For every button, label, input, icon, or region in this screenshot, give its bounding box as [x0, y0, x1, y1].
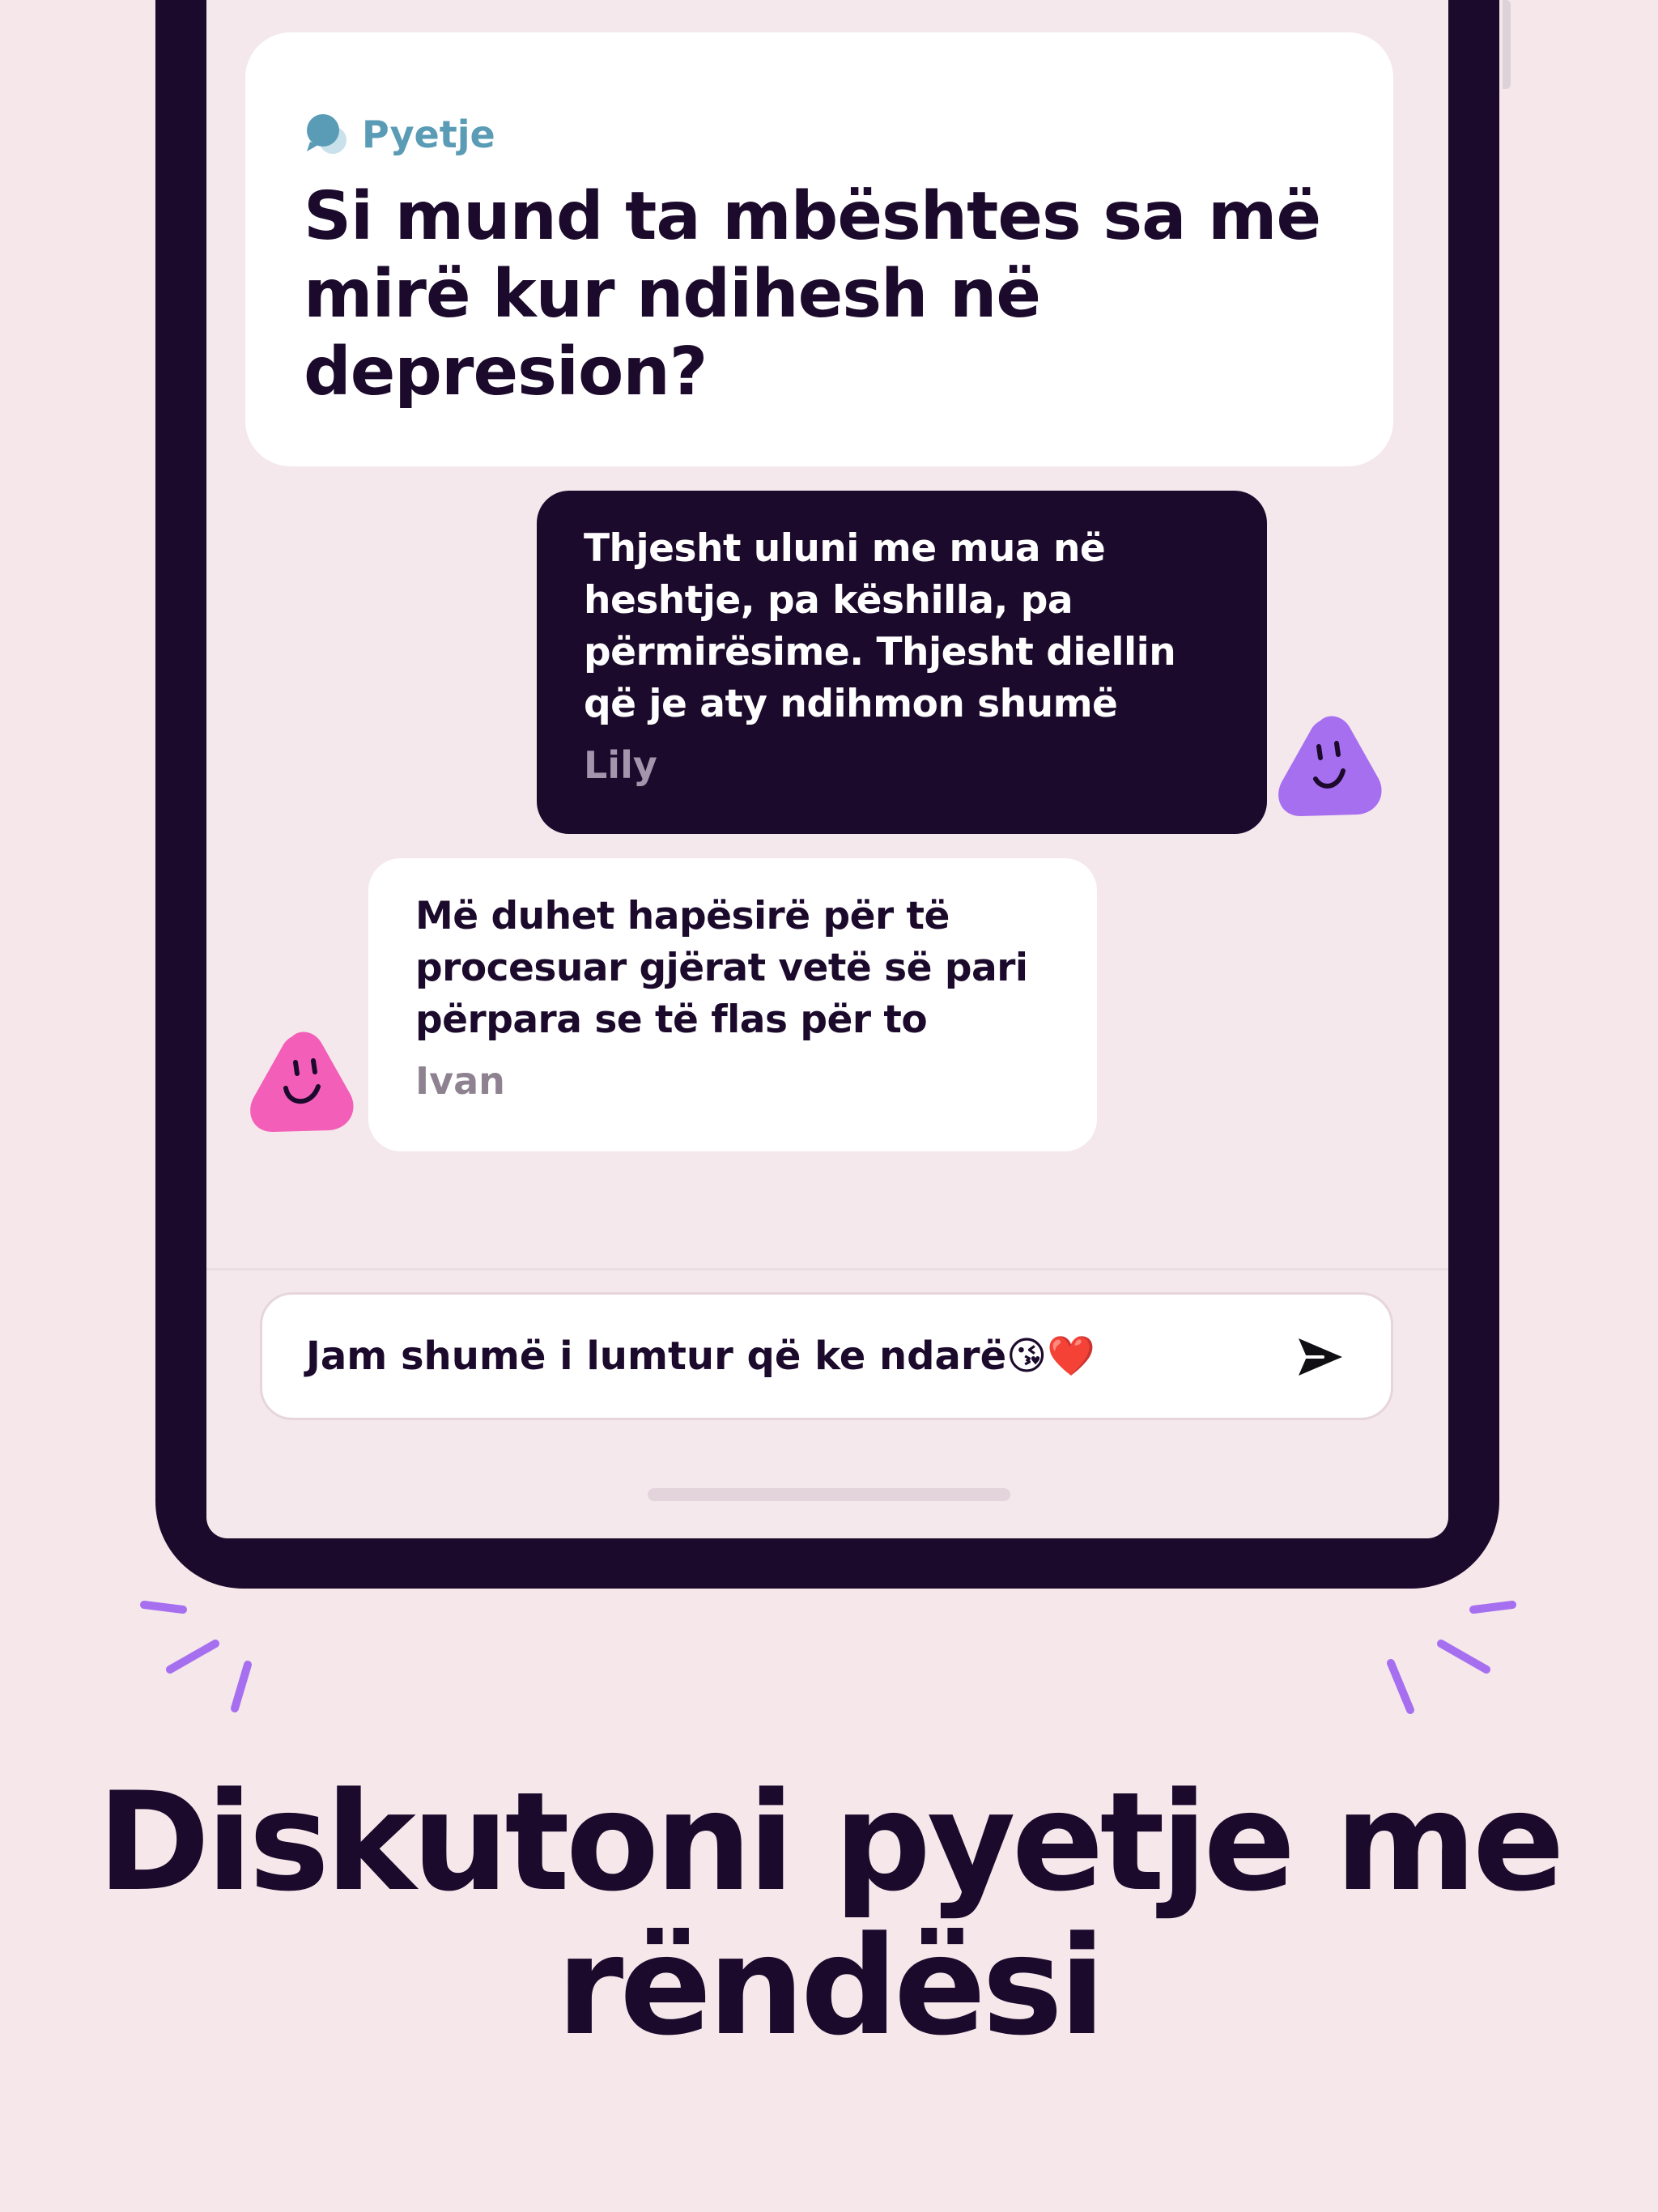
sparkle-decoration-icon	[140, 1601, 1516, 1714]
speech-bubbles-icon	[307, 114, 346, 154]
message-author: Lily	[584, 743, 657, 787]
question-label: Pyetje	[362, 113, 495, 156]
message-bubble-lily[interactable]: Thjesht uluni me mua në heshtje, pa kësh…	[537, 491, 1267, 834]
message-input[interactable]: Jam shumë i lumtur që ke ndarë😘❤️	[306, 1295, 1261, 1418]
question-card: Pyetje Si mund ta mbështes sa më mirë ku…	[245, 32, 1393, 466]
avatar-ivan-icon[interactable]	[245, 1028, 359, 1134]
avatar-lily-icon[interactable]	[1273, 713, 1387, 818]
message-composer: Jam shumë i lumtur që ke ndarë😘❤️	[260, 1292, 1393, 1420]
message-text: Më duhet hapësirë për të procesuar gjëra…	[415, 894, 1028, 1042]
message-bubble-ivan[interactable]: Më duhet hapësirë për të procesuar gjëra…	[368, 858, 1097, 1151]
composer-divider	[206, 1268, 1448, 1270]
send-arrow-icon[interactable]	[1295, 1332, 1346, 1382]
message-author: Ivan	[415, 1059, 505, 1103]
message-text: Thjesht uluni me mua në heshtje, pa kësh…	[584, 526, 1176, 726]
promo-headline: Diskutoni pyetje me rëndësi	[97, 1763, 1565, 2065]
question-title: Si mund ta mbështes sa më mirë kur ndihe…	[304, 178, 1321, 410]
app-screen: Pyetje Si mund ta mbështes sa më mirë ku…	[206, 0, 1448, 1538]
device-side-button	[1503, 0, 1511, 89]
question-header: Pyetje	[304, 105, 495, 164]
home-indicator	[648, 1488, 1010, 1501]
